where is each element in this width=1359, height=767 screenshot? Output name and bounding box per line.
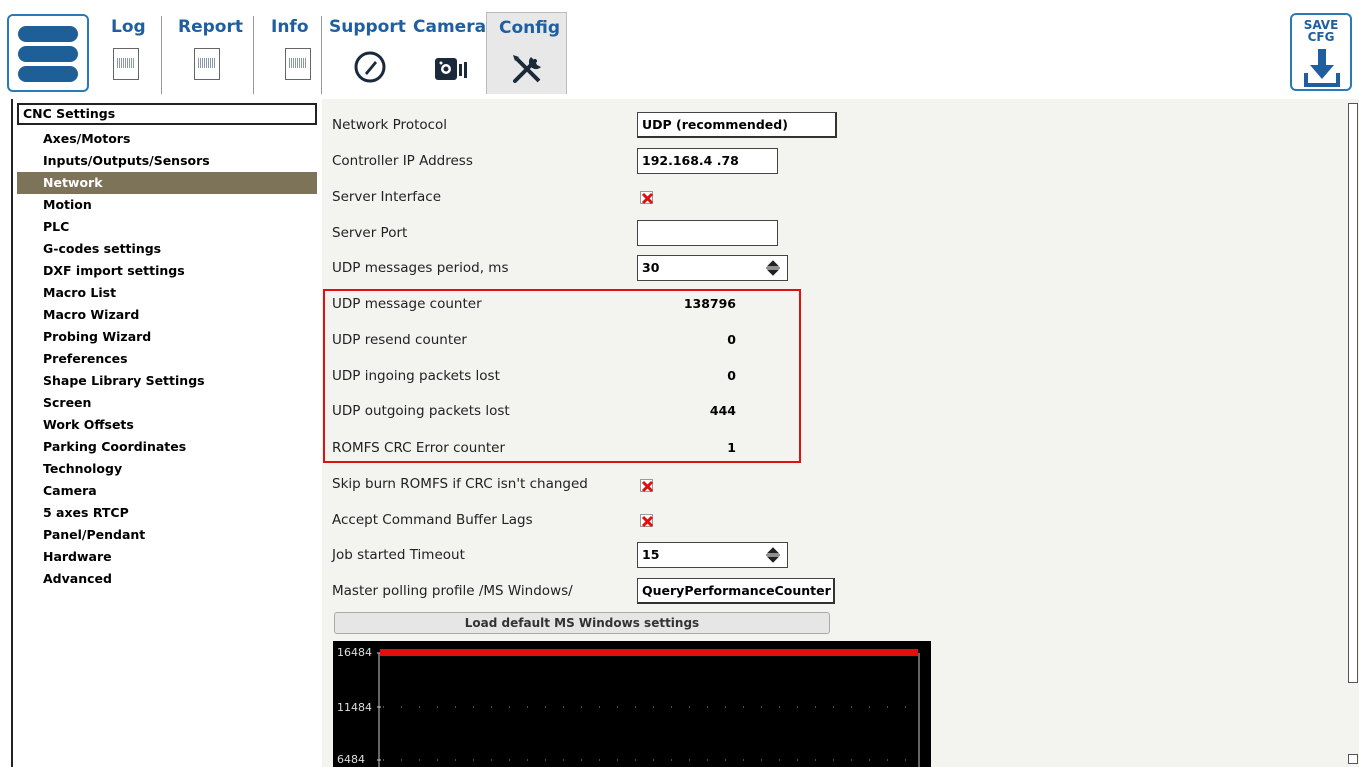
menu-bar-icon xyxy=(18,46,78,62)
tab-label: Log xyxy=(111,17,146,37)
server-port-label: Server Port xyxy=(332,225,408,241)
checked-x-icon xyxy=(641,192,654,205)
spinner-arrows-icon[interactable] xyxy=(762,545,784,565)
sidebar-item[interactable]: DXF import settings xyxy=(17,260,317,282)
menu-bar-icon xyxy=(18,66,78,82)
sidebar-item[interactable]: Axes/Motors xyxy=(17,128,317,150)
tools-icon xyxy=(513,55,541,83)
udp-period-value: 30 xyxy=(642,260,660,275)
camera-icon xyxy=(435,58,467,80)
sidebar-header[interactable]: CNC Settings xyxy=(17,103,317,125)
scrollbar-corner xyxy=(1348,754,1358,764)
udp-out-lost-value: 444 xyxy=(709,403,736,418)
load-default-button[interactable]: Load default MS Windows settings xyxy=(334,612,830,634)
tab-label: Report xyxy=(178,17,243,37)
sidebar-item[interactable]: Probing Wizard xyxy=(17,326,317,348)
controller-ip-input[interactable]: 192.168.4 .78 xyxy=(637,148,778,174)
cfg-label: CFG xyxy=(1307,30,1335,44)
download-icon xyxy=(1304,49,1340,87)
save-cfg-button[interactable]: SAVE CFG xyxy=(1290,13,1352,91)
vertical-scrollbar[interactable] xyxy=(1348,103,1358,683)
tab-config[interactable]: Config xyxy=(486,12,567,94)
settings-sidebar: CNC Settings Axes/Motors Inputs/Outputs/S… xyxy=(11,99,318,767)
sidebar-item[interactable]: Inputs/Outputs/Sensors xyxy=(17,150,317,172)
spinner-arrows-icon[interactable] xyxy=(762,258,784,278)
udp-period-plot: 16484 11484 6484 xyxy=(333,641,931,767)
document-icon xyxy=(113,48,139,80)
checked-x-icon xyxy=(641,480,654,493)
network-settings-panel: Network Protocol UDP (recommended) Contr… xyxy=(322,99,1359,767)
udp-in-lost-value: 0 xyxy=(727,368,736,383)
plot-area xyxy=(377,649,920,767)
app-window: Log Report Info Support Camera Config SA… xyxy=(0,0,1359,767)
top-toolbar: Log Report Info Support Camera Config SA… xyxy=(0,0,1359,98)
tab-report[interactable]: Report xyxy=(162,12,254,94)
tab-label: Config xyxy=(499,18,561,38)
polling-profile-select[interactable]: QueryPerformanceCounter xyxy=(637,578,835,604)
job-timeout-spinbox[interactable]: 15 xyxy=(637,542,788,568)
document-icon xyxy=(194,48,220,80)
udp-resend-value: 0 xyxy=(727,332,736,347)
sidebar-item[interactable]: Preferences xyxy=(17,348,317,370)
server-interface-label: Server Interface xyxy=(332,189,442,205)
sidebar-item[interactable]: G-codes settings xyxy=(17,238,317,260)
skip-burn-label: Skip burn ROMFS if CRC isn't changed xyxy=(332,476,588,492)
skip-burn-checkbox[interactable] xyxy=(640,479,654,493)
sidebar-item[interactable]: Work Offsets xyxy=(17,414,317,436)
controller-ip-label: Controller IP Address xyxy=(332,153,473,169)
accept-lags-checkbox[interactable] xyxy=(640,514,654,528)
tab-info[interactable]: Info xyxy=(254,12,322,94)
tab-label: Camera xyxy=(413,17,487,37)
sidebar-item[interactable]: Network xyxy=(17,172,317,194)
document-icon xyxy=(285,48,311,80)
udp-msg-counter-value: 138796 xyxy=(683,296,736,311)
sidebar-item[interactable]: Macro Wizard xyxy=(17,304,317,326)
sidebar-item[interactable]: Hardware xyxy=(17,546,317,568)
plot-series-line xyxy=(380,649,918,656)
tab-support[interactable]: Support xyxy=(325,12,409,94)
network-protocol-select[interactable]: UDP (recommended) xyxy=(637,112,837,138)
udp-period-label: UDP messages period, ms xyxy=(332,260,509,276)
accept-lags-label: Accept Command Buffer Lags xyxy=(332,512,533,528)
main-menu-button[interactable] xyxy=(7,14,89,92)
polling-profile-label: Master polling profile /MS Windows/ xyxy=(332,583,573,599)
server-port-input[interactable] xyxy=(637,220,778,246)
sidebar-item[interactable]: Camera xyxy=(17,480,317,502)
sidebar-item[interactable]: Panel/Pendant xyxy=(17,524,317,546)
tab-camera[interactable]: Camera xyxy=(409,12,486,94)
server-interface-checkbox[interactable] xyxy=(640,191,654,205)
job-timeout-value: 15 xyxy=(642,547,660,562)
romfs-crc-value: 1 xyxy=(727,440,736,455)
sidebar-item[interactable]: Shape Library Settings xyxy=(17,370,317,392)
sidebar-item[interactable]: Screen xyxy=(17,392,317,414)
sidebar-item[interactable]: PLC xyxy=(17,216,317,238)
sidebar-item[interactable]: Advanced xyxy=(17,568,317,590)
menu-bar-icon xyxy=(18,26,78,42)
sidebar-item[interactable]: Technology xyxy=(17,458,317,480)
sidebar-item[interactable]: 5 axes RTCP xyxy=(17,502,317,524)
phone-icon xyxy=(354,51,386,83)
checked-x-icon xyxy=(641,515,654,528)
network-protocol-label: Network Protocol xyxy=(332,117,448,133)
tab-label: Info xyxy=(271,17,309,37)
udp-period-spinbox[interactable]: 30 xyxy=(637,255,788,281)
tab-label: Support xyxy=(329,17,406,37)
sidebar-item[interactable]: Parking Coordinates xyxy=(17,436,317,458)
sidebar-item[interactable]: Macro List xyxy=(17,282,317,304)
job-timeout-label: Job started Timeout xyxy=(332,547,465,563)
sidebar-item[interactable]: Motion xyxy=(17,194,317,216)
tab-log[interactable]: Log xyxy=(91,12,162,94)
